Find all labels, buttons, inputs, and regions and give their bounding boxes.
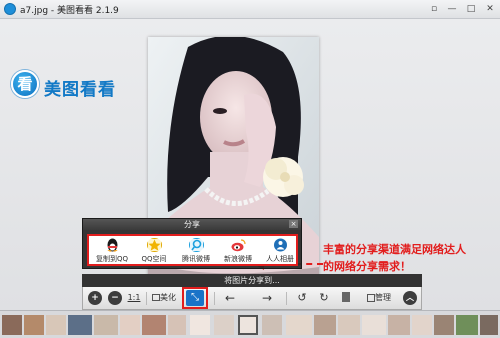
share-icon: ⤡: [186, 290, 204, 306]
annotation-text: 丰富的分享渠道满足网络达人 的网络分享需求！: [323, 241, 466, 275]
share-panel-title: 分享: [184, 220, 200, 229]
share-tencent-weibo-label: 腾讯微博: [182, 255, 210, 263]
actual-size-button[interactable]: 1:1: [126, 290, 142, 306]
maximize-button[interactable]: □: [465, 3, 477, 15]
app-icon: [4, 3, 16, 15]
thumbnail[interactable]: [168, 315, 186, 335]
logo-text: 美图看看: [44, 80, 116, 100]
thumbnail[interactable]: [338, 315, 360, 335]
share-sina-weibo-label: 新浪微博: [224, 255, 252, 263]
skin-button[interactable]: ▫: [428, 3, 440, 15]
toolbar-separator: [146, 292, 147, 305]
toolbar-separator: [286, 292, 287, 305]
trash-icon: [342, 292, 350, 302]
thumbnail[interactable]: [412, 315, 432, 335]
logo-icon: 看: [11, 70, 39, 98]
share-channels: 复制到QQ QQ空间 腾讯微博 新浪微博 人人相册: [87, 234, 298, 266]
qzone-star-icon: [146, 238, 162, 252]
thumbnail[interactable]: [286, 315, 312, 335]
share-to-bar: 将图片分享到...: [82, 274, 422, 287]
thumbnail[interactable]: [456, 315, 478, 335]
renren-icon: [273, 238, 287, 252]
zoom-in-button[interactable]: +: [88, 291, 102, 305]
thumbnail[interactable]: [480, 315, 498, 335]
thumbnail[interactable]: [314, 315, 336, 335]
thumbnail[interactable]: [214, 315, 234, 335]
next-button[interactable]: →: [259, 290, 275, 306]
delete-button[interactable]: [340, 290, 352, 306]
thumbnail[interactable]: [94, 315, 118, 335]
previous-button[interactable]: ←: [222, 290, 238, 306]
thumbnail[interactable]: [2, 315, 22, 335]
share-qq-label: 复制到QQ: [95, 255, 129, 263]
share-qq-button[interactable]: 复制到QQ: [91, 238, 133, 266]
bottom-toolbar: + − 1:1 美化 ⤡ ← → ↺ ↻ 管理 ︿: [82, 287, 422, 310]
annotation-line-2: 的网络分享需求！: [323, 260, 411, 273]
share-qzone-label: QQ空间: [141, 255, 167, 263]
share-panel-close-button[interactable]: ×: [289, 220, 298, 228]
toolbar-separator: [214, 292, 215, 305]
share-panel-header: 分享 ×: [83, 219, 301, 230]
share-button[interactable]: ⤡: [182, 287, 208, 309]
thumbnail-selected[interactable]: [238, 315, 258, 335]
tencent-weibo-icon: [188, 238, 204, 252]
thumbnail[interactable]: [190, 315, 210, 335]
close-button[interactable]: ✕: [484, 3, 496, 15]
rotate-left-button[interactable]: ↺: [295, 290, 309, 306]
share-panel: 分享 × 复制到QQ QQ空间 腾讯微博 新浪微博 人人相册: [82, 218, 302, 269]
annotation-line-1: 丰富的分享渠道满足网络达人: [323, 243, 466, 256]
thumbnail[interactable]: [434, 315, 454, 335]
title-bar: a7.jpg - 美图看看 2.1.9 ▫ — □ ✕: [0, 0, 500, 19]
zoom-out-button[interactable]: −: [108, 291, 122, 305]
thumbnail[interactable]: [142, 315, 166, 335]
thumbnail-strip: [0, 310, 500, 338]
qq-penguin-icon: [106, 238, 118, 252]
window-title: a7.jpg - 美图看看 2.1.9: [20, 6, 119, 16]
thumbnail[interactable]: [120, 315, 140, 335]
sina-weibo-icon: [231, 239, 246, 252]
rotate-right-button[interactable]: ↻: [317, 290, 331, 306]
manage-button[interactable]: 管理: [363, 290, 395, 306]
minimize-button[interactable]: —: [446, 3, 458, 15]
thumbnail[interactable]: [262, 315, 282, 335]
share-sina-weibo-button[interactable]: 新浪微博: [217, 238, 259, 266]
collapse-filmstrip-button[interactable]: ︿: [403, 291, 417, 305]
share-renren-button[interactable]: 人人相册: [259, 238, 301, 266]
share-qzone-button[interactable]: QQ空间: [133, 238, 175, 266]
thumbnail[interactable]: [388, 315, 410, 335]
manage-icon: [367, 293, 375, 302]
beautify-icon: [152, 294, 160, 301]
beautify-button[interactable]: 美化: [149, 290, 179, 306]
share-tencent-weibo-button[interactable]: 腾讯微博: [175, 238, 217, 266]
thumbnail[interactable]: [362, 315, 386, 335]
beautify-label: 美化: [160, 293, 176, 302]
manage-label: 管理: [375, 293, 391, 302]
thumbnail[interactable]: [24, 315, 44, 335]
thumbnail[interactable]: [46, 315, 66, 335]
share-renren-label: 人人相册: [266, 255, 294, 263]
thumbnail[interactable]: [68, 315, 92, 335]
